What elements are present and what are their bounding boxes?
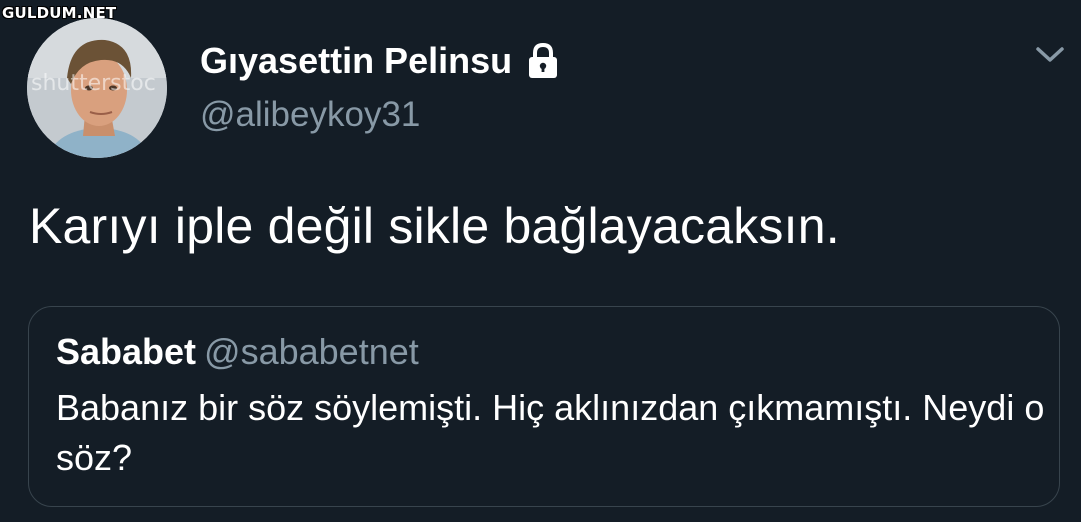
author-display-name[interactable]: Gıyasettin Pelinsu bbox=[200, 40, 560, 82]
quoted-tweet-header: Sababet @sababetnet bbox=[56, 331, 419, 373]
avatar-photo: shutterstoc bbox=[27, 18, 167, 158]
quoted-author-name: Sababet bbox=[56, 331, 197, 372]
author-name-text: Gıyasettin Pelinsu bbox=[200, 40, 513, 81]
author-handle[interactable]: @alibeykoy31 bbox=[200, 95, 420, 135]
screen: { "watermark": "GULDUM.NET", "tweet": { … bbox=[0, 0, 1081, 522]
quoted-tweet-card[interactable]: Sababet @sababetnet Babanız bir söz söyle… bbox=[28, 306, 1060, 507]
tweet-text: Karıyı iple değil sikle bağlayacaksın. bbox=[29, 198, 840, 254]
avatar[interactable]: shutterstoc bbox=[27, 18, 167, 158]
lock-icon bbox=[529, 42, 558, 78]
quoted-author-handle: @sababetnet bbox=[204, 331, 419, 372]
chevron-down-icon[interactable] bbox=[1034, 44, 1066, 66]
quoted-tweet-text: Babanız bir söz söylemişti. Hiç aklınızd… bbox=[56, 387, 1045, 478]
avatar-watermark: shutterstoc bbox=[31, 71, 156, 96]
